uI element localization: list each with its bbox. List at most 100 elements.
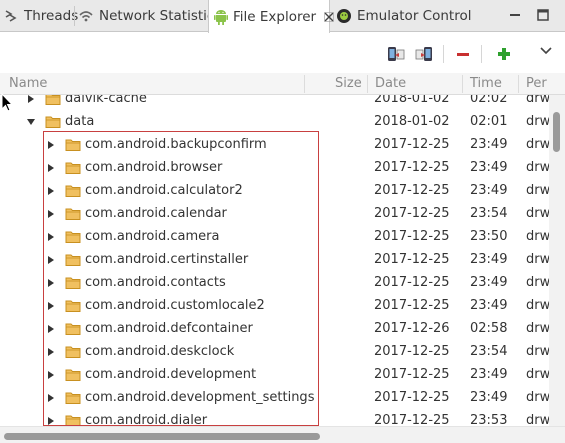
folder-icon [45,95,61,106]
column-name[interactable]: Name [9,73,47,95]
horizontal-scrollbar-thumb[interactable] [4,433,320,440]
file-name[interactable]: com.android.deskclock [85,344,234,359]
column-date[interactable]: Date [375,73,406,95]
column-header: Name Size Date Time Per [0,73,565,95]
tab-threads-label: Threads [24,8,79,24]
collapsed-arrow-icon[interactable] [46,301,56,311]
column-divider[interactable] [367,75,368,93]
tree-row[interactable]: com.android.camera 2017-12-25 23:50 drw [0,226,550,249]
file-date: 2017-12-25 [374,367,450,382]
file-explorer-toolbar [0,33,565,73]
file-name[interactable]: com.android.development_settings [85,390,314,405]
file-name[interactable]: data [65,114,94,129]
horizontal-scrollbar[interactable] [0,426,565,443]
tree-row[interactable]: com.android.development 2017-12-25 23:49 dr… [0,364,550,387]
column-size[interactable]: Size [335,73,362,95]
collapsed-arrow-icon[interactable] [46,347,56,357]
new-folder-icon[interactable] [494,44,514,64]
tab-emulator-control[interactable]: Emulator Control [336,0,471,32]
collapsed-arrow-icon[interactable] [46,163,56,173]
tree-row[interactable]: com.android.defcontainer 2017-12-26 02:58 d… [0,318,550,341]
file-date: 2017-12-25 [374,298,450,313]
file-time: 23:49 [470,183,508,198]
collapsed-arrow-icon[interactable] [46,393,56,403]
file-date: 2017-12-25 [374,390,450,405]
column-time[interactable]: Time [470,73,502,95]
collapsed-arrow-icon[interactable] [46,232,56,242]
collapsed-arrow-icon[interactable] [46,255,56,265]
tree-row[interactable]: dalvik-cache 2018-01-02 02:02 drw [0,95,550,111]
toolbar-separator [443,45,444,63]
collapsed-arrow-icon[interactable] [46,209,56,219]
file-name[interactable]: com.android.development [85,367,256,382]
file-name[interactable]: com.android.calendar [85,206,227,221]
file-name[interactable]: com.android.browser [85,160,222,175]
file-name[interactable]: com.android.dialer [85,413,207,426]
collapsed-arrow-icon[interactable] [46,186,56,196]
file-date: 2017-12-25 [374,275,450,290]
file-time: 23:49 [470,160,508,175]
tree-row[interactable]: com.android.dialer 2017-12-25 23:53 drw [0,410,550,426]
column-divider[interactable] [518,75,519,93]
close-icon[interactable] [324,11,334,23]
file-date: 2017-12-25 [374,344,450,359]
collapsed-arrow-icon[interactable] [46,278,56,288]
vertical-scrollbar-thumb[interactable] [553,112,560,152]
file-name[interactable]: com.android.defcontainer [85,321,253,336]
minimize-icon[interactable] [508,8,522,22]
tree-row[interactable]: com.android.certinstaller 2017-12-25 23:49… [0,249,550,272]
file-time: 23:49 [470,252,508,267]
vertical-scrollbar[interactable] [549,95,565,426]
push-file-icon[interactable] [414,44,434,64]
file-time: 02:01 [470,114,508,129]
delete-icon[interactable] [453,44,473,64]
file-name[interactable]: com.android.contacts [85,275,226,290]
tree-row[interactable]: com.android.contacts 2017-12-25 23:49 drw [0,272,550,295]
file-name[interactable]: dalvik-cache [65,95,147,106]
tree-row[interactable]: com.android.browser 2017-12-25 23:49 drw [0,157,550,180]
column-divider[interactable] [462,75,463,93]
maximize-icon[interactable] [536,8,550,22]
file-name[interactable]: com.android.certinstaller [85,252,248,267]
column-divider[interactable] [304,75,305,93]
file-date: 2017-12-26 [374,321,450,336]
file-name[interactable]: com.android.calculator2 [85,183,243,198]
file-permissions: drw [526,137,550,152]
file-permissions: drw [526,95,550,106]
file-permissions: drw [526,367,550,382]
tree-row[interactable]: com.android.deskclock 2017-12-25 23:54 drw [0,341,550,364]
file-permissions: drw [526,206,550,221]
file-permissions: drw [526,390,550,405]
file-tree[interactable]: dalvik-cache 2018-01-02 02:02 drw data 2018-0… [0,95,550,426]
tab-threads[interactable]: Threads [3,0,78,32]
folder-icon [65,276,81,290]
folder-icon [65,414,81,426]
folder-icon [65,138,81,152]
file-name[interactable]: com.android.customlocale2 [85,298,265,313]
folder-icon [45,115,61,129]
file-date: 2017-12-25 [374,413,450,426]
tree-row[interactable]: com.android.calendar 2017-12-25 23:54 drw [0,203,550,226]
expanded-arrow-icon[interactable] [26,117,36,127]
view-menu-icon[interactable] [536,41,556,61]
file-time: 23:49 [470,137,508,152]
tree-row[interactable]: com.android.backupconfirm 2017-12-25 23:49… [0,134,550,157]
file-name[interactable]: com.android.camera [85,229,219,244]
pull-file-icon[interactable] [386,44,406,64]
file-permissions: drw [526,344,550,359]
collapsed-arrow-icon[interactable] [46,416,56,426]
file-permissions: drw [526,252,550,267]
column-permissions[interactable]: Per [526,73,547,95]
collapsed-arrow-icon[interactable] [46,324,56,334]
tree-row[interactable]: data 2018-01-02 02:01 drw [0,111,550,134]
tree-row[interactable]: com.android.customlocale2 2017-12-25 23:49… [0,295,550,318]
collapsed-arrow-icon[interactable] [26,95,36,104]
folder-icon [65,230,81,244]
tree-row[interactable]: com.android.development_settings 2017-12-… [0,387,550,410]
file-name[interactable]: com.android.backupconfirm [85,137,267,152]
collapsed-arrow-icon[interactable] [46,370,56,380]
tree-row[interactable]: com.android.calculator2 2017-12-25 23:49 dr… [0,180,550,203]
collapsed-arrow-icon[interactable] [46,140,56,150]
tab-network-statistics[interactable]: Network Statistics [78,0,221,32]
tab-file-explorer[interactable]: File Explorer [208,0,334,33]
